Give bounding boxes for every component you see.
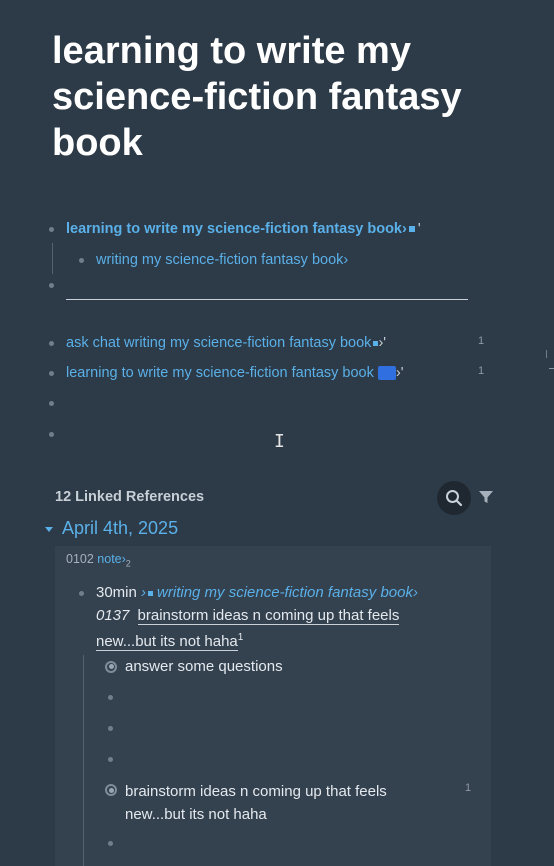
collapsed-bullet[interactable] (105, 784, 117, 796)
bullet-dot[interactable] (108, 841, 113, 846)
collapsed-bullet[interactable] (105, 660, 117, 673)
bullet-dot[interactable] (49, 226, 54, 232)
child-block (108, 726, 113, 731)
block-ref-icon (148, 590, 154, 596)
child-block (108, 757, 113, 762)
bullet-dot[interactable] (108, 726, 113, 731)
breadcrumb-prefix: 0102 (66, 552, 94, 566)
child-block (108, 695, 113, 700)
block-ref-tail: ›' (395, 365, 404, 381)
breadcrumb-subscript: 2 (125, 558, 131, 569)
edge-mark (546, 350, 547, 358)
block-row: learning to write my science-fiction fan… (49, 365, 403, 381)
breadcrumb: 0102 note›2 (66, 552, 131, 569)
horizontal-rule (66, 299, 468, 300)
reference-count[interactable]: 1 (478, 335, 484, 347)
page-link[interactable]: learning to write my science-fiction fan… (66, 365, 374, 381)
block-ref-icon (408, 226, 415, 232)
folder-icon (377, 366, 396, 380)
time-tag: 30min (96, 584, 137, 601)
block-ref-tail: ' (417, 221, 421, 237)
block-reference[interactable]: brainstorm ideas n coming up that feels … (96, 606, 400, 651)
bullet-dot[interactable] (49, 370, 54, 376)
block-text[interactable]: brainstorm ideas n coming up that feels … (105, 780, 425, 826)
children-guide-line (52, 243, 53, 274)
block-text[interactable]: answer some questions (125, 658, 283, 675)
bullet-dot[interactable] (49, 283, 54, 288)
bullet-dot[interactable] (49, 340, 54, 346)
reference-block: 30min › writing my science-fiction fantas… (79, 582, 449, 654)
linked-references-header[interactable]: 12 Linked References (55, 489, 204, 505)
child-block: answer some questions (105, 658, 283, 675)
block-row: ask chat writing my science-fiction fant… (49, 335, 386, 351)
reference-count[interactable]: 1 (465, 782, 471, 794)
search-icon (446, 490, 463, 507)
bullet-dot[interactable] (108, 757, 113, 762)
child-block (108, 841, 113, 846)
page-link[interactable]: ask chat writing my science-fiction fant… (66, 335, 371, 351)
page: learning to write my science-fiction fan… (0, 0, 554, 866)
bullet-dot[interactable] (49, 432, 54, 437)
reference-group-header: April 4th, 2025 (44, 518, 178, 539)
reference-count[interactable]: 1 (478, 365, 484, 377)
empty-block (49, 401, 54, 406)
search-button[interactable] (437, 481, 471, 515)
bullet-dot[interactable] (79, 591, 84, 596)
caret-down-icon[interactable] (44, 524, 54, 534)
block-row: learning to write my science-fiction fan… (49, 221, 421, 237)
arrow-link[interactable]: › (141, 584, 146, 601)
breadcrumb-link[interactable]: note› (97, 552, 126, 566)
bullet-dot[interactable] (49, 401, 54, 406)
filter-icon[interactable] (477, 488, 495, 506)
children-guide-line (83, 655, 84, 866)
bullet-dot[interactable] (79, 257, 84, 263)
page-title[interactable]: learning to write my science-fiction fan… (52, 28, 512, 166)
bullet-dot[interactable] (108, 695, 113, 700)
block-code: 0137 (96, 606, 130, 624)
edge-mark (549, 368, 554, 369)
page-link[interactable]: writing my science-fiction fantasy book› (96, 252, 348, 268)
text-cursor-icon: I (274, 431, 285, 452)
empty-block (49, 432, 54, 437)
date-page-link[interactable]: April 4th, 2025 (62, 518, 178, 539)
page-link[interactable]: writing my science-fiction fantasy book› (157, 584, 418, 601)
empty-block (49, 283, 54, 288)
reference-count[interactable]: 1 (238, 632, 244, 643)
block-ref-tail: ›' (378, 335, 387, 351)
child-block: brainstorm ideas n coming up that feels … (105, 780, 425, 826)
block-row-child: writing my science-fiction fantasy book› (79, 252, 348, 268)
page-link[interactable]: learning to write my science-fiction fan… (66, 221, 407, 237)
